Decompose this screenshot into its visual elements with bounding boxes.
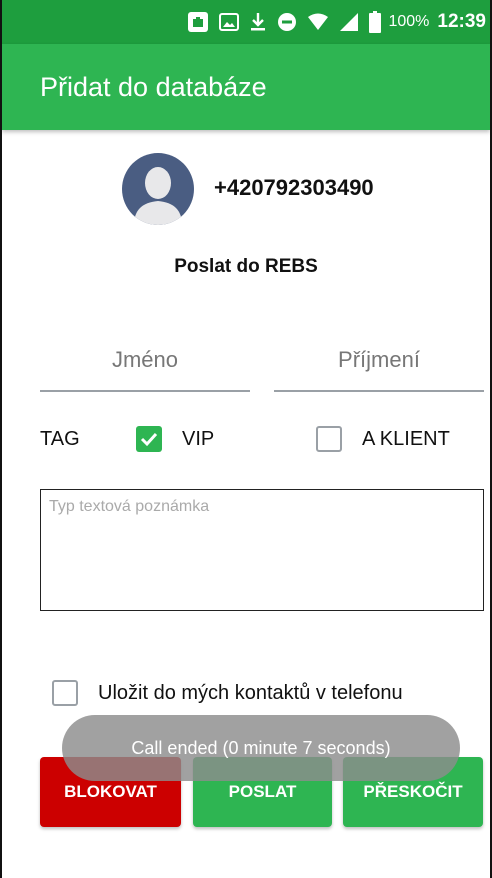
- tag-label: TAG: [40, 428, 80, 450]
- save-contact-checkbox[interactable]: [52, 680, 78, 706]
- phone-number: +420792303490: [214, 175, 374, 200]
- a-klient-checkbox[interactable]: [316, 426, 342, 452]
- note-input[interactable]: [49, 498, 475, 602]
- checkmark-icon: [140, 432, 158, 447]
- image-icon: [219, 12, 240, 32]
- app-bar: Přidat do databáze: [2, 44, 490, 130]
- vip-checkbox[interactable]: [136, 426, 162, 452]
- note-box[interactable]: [40, 489, 484, 611]
- wifi-icon: [307, 13, 329, 31]
- page-title: Přidat do databáze: [40, 71, 267, 102]
- clock: 12:39: [437, 11, 486, 32]
- vip-label[interactable]: VIP: [182, 428, 214, 451]
- first-name-field[interactable]: [40, 330, 250, 392]
- battery-percent: 100%: [388, 13, 430, 30]
- download-icon: [249, 12, 267, 32]
- signal-icon: [339, 12, 359, 32]
- toast-message: Call ended (0 minute 7 seconds): [131, 737, 391, 758]
- briefcase-icon: [187, 11, 209, 33]
- do-not-disturb-icon: [277, 12, 297, 32]
- send-to-rebs-link[interactable]: Poslat do REBS: [2, 256, 490, 278]
- status-bar: 100% 12:39: [2, 0, 490, 44]
- last-name-field[interactable]: [274, 330, 484, 392]
- toast: Call ended (0 minute 7 seconds): [62, 715, 460, 781]
- avatar: [122, 153, 194, 225]
- last-name-input[interactable]: [274, 330, 484, 390]
- phone-screen: 100% 12:39 Přidat do databáze +420792303…: [0, 0, 492, 878]
- first-name-input[interactable]: [40, 330, 250, 390]
- save-contact-label[interactable]: Uložit do mých kontaktů v telefonu: [98, 682, 403, 705]
- a-klient-label[interactable]: A KLIENT: [362, 428, 450, 451]
- battery-icon: [369, 11, 382, 33]
- person-icon: [134, 167, 182, 225]
